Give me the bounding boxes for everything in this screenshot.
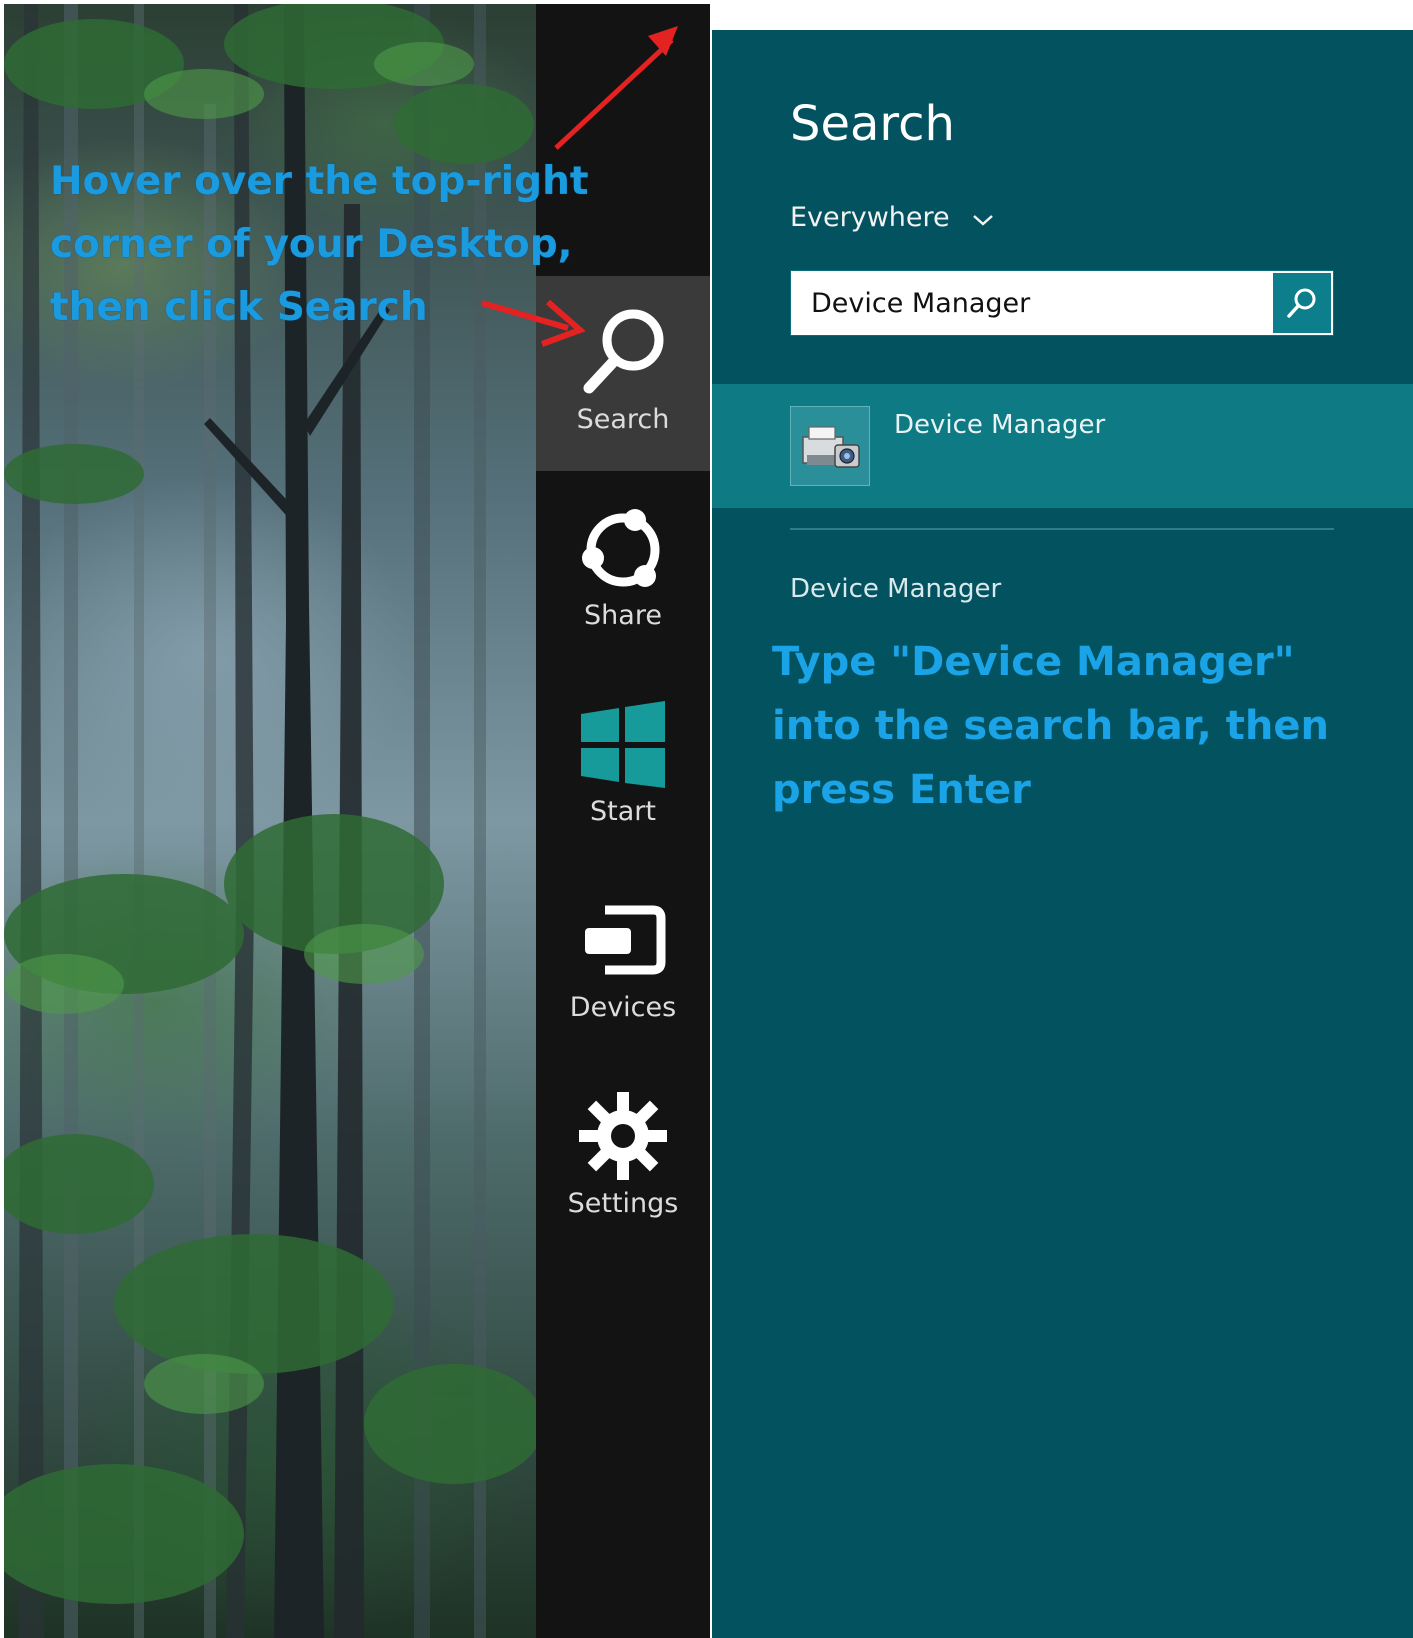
share-icon — [536, 500, 710, 596]
pane-title: Search — [790, 96, 955, 152]
chevron-down-icon — [972, 203, 994, 234]
search-pane: Search Everywhere Device Manager Device … — [712, 30, 1413, 1638]
charm-label: Settings — [567, 1188, 679, 1219]
divider — [790, 528, 1334, 530]
device-manager-icon — [790, 406, 870, 486]
search-suggestion[interactable]: Device Manager — [790, 574, 1001, 604]
annotation-line: corner of your Desktop, — [50, 222, 573, 267]
charm-settings[interactable]: Settings — [536, 1060, 710, 1255]
charm-start[interactable]: Start — [536, 668, 710, 863]
charm-label: Devices — [569, 992, 677, 1023]
result-title: Device Manager — [894, 410, 1106, 440]
devices-icon — [536, 892, 710, 988]
annotation-line: Type "Device Manager" — [772, 639, 1295, 685]
desktop-instruction-annotation: Hover over the top-right corner of your … — [50, 150, 610, 339]
annotation-line: Hover over the top-right — [50, 159, 589, 204]
charm-share[interactable]: Share — [536, 472, 710, 667]
scope-label: Everywhere — [790, 202, 950, 233]
search-result-item[interactable]: Device Manager — [712, 384, 1413, 508]
pane-instruction-annotation: Type "Device Manager" into the search ba… — [772, 630, 1392, 822]
charm-label: Start — [590, 796, 656, 827]
gear-icon — [536, 1088, 710, 1184]
search-scope-dropdown[interactable]: Everywhere — [790, 202, 994, 234]
search-box — [790, 270, 1334, 336]
charm-label: Share — [584, 600, 662, 631]
windows-logo-icon — [536, 696, 710, 792]
charm-label: Search — [576, 404, 670, 435]
charm-devices[interactable]: Devices — [536, 864, 710, 1059]
search-submit-button[interactable] — [1273, 273, 1331, 333]
annotation-line: press Enter — [772, 767, 1031, 813]
search-input[interactable] — [791, 271, 1273, 335]
search-icon — [1273, 285, 1331, 321]
annotation-line: into the search bar, then — [772, 703, 1329, 749]
annotation-line: then click Search — [50, 285, 428, 330]
